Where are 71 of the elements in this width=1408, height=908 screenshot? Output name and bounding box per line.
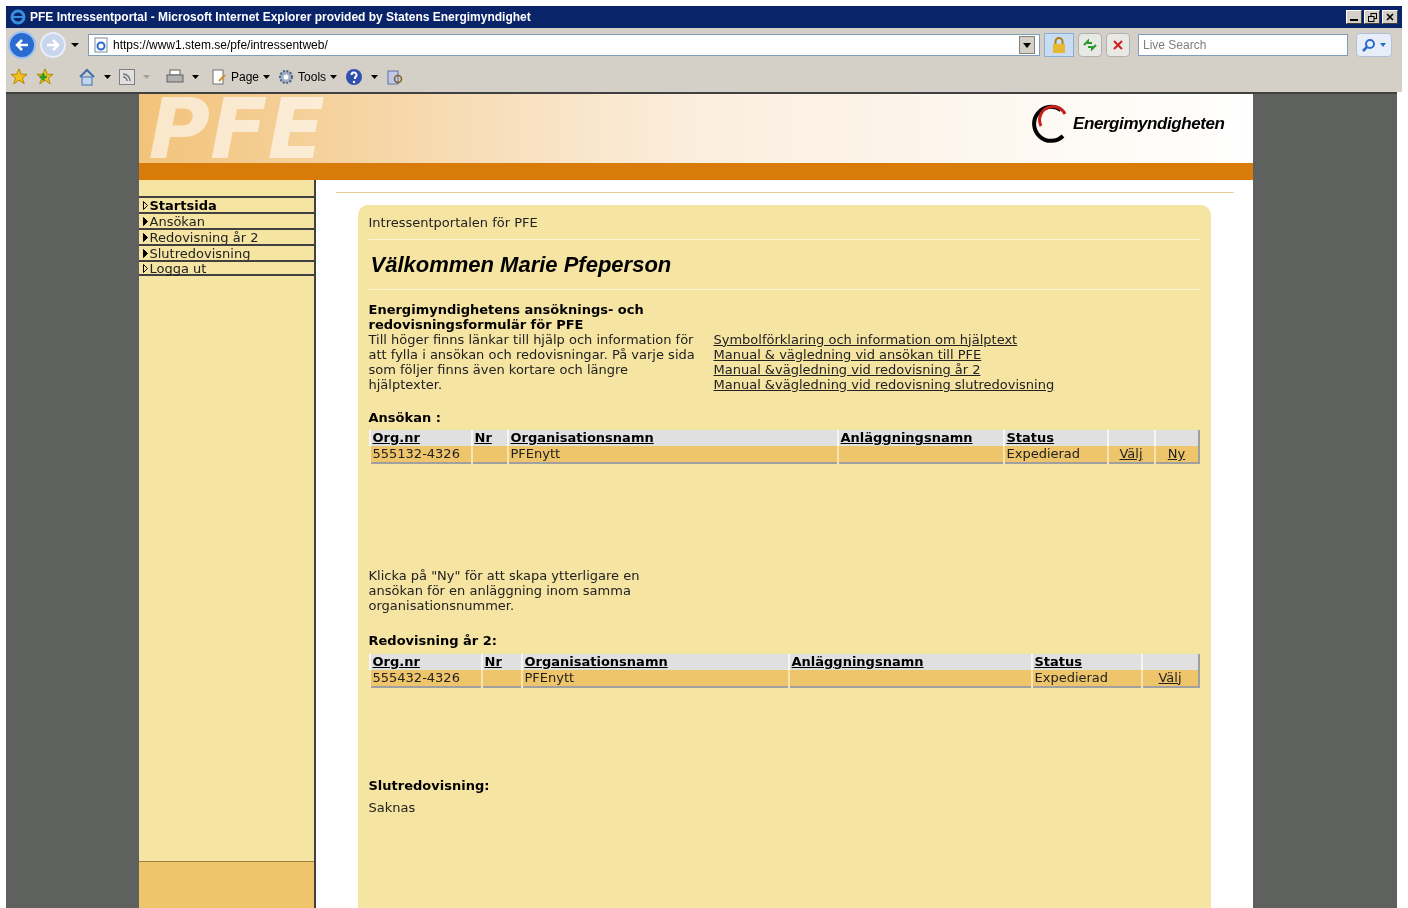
- help-icon[interactable]: [345, 68, 364, 86]
- dropdown-icon: [1023, 42, 1031, 48]
- help-link[interactable]: Manual &vägledning vid redovisning år 2: [713, 361, 1055, 377]
- address-dropdown-button[interactable]: [1019, 36, 1035, 54]
- restore-icon: [1367, 12, 1377, 22]
- back-button[interactable]: [8, 31, 36, 59]
- research-icon[interactable]: [386, 68, 405, 86]
- sidebar-link[interactable]: Slutredovisning: [138, 244, 314, 260]
- browser-icon: [10, 9, 26, 25]
- page-icon: [93, 37, 109, 53]
- table-cell: Expedierad: [1031, 669, 1142, 687]
- print-icon[interactable]: [166, 69, 184, 85]
- hint-text: Klicka på "Ny" för att skapa ytterligare en ansökan för en anläggning inom samma organisationsnummer.: [368, 568, 641, 613]
- pfe-logo-text: PFE: [148, 86, 325, 171]
- padlock-icon: [1052, 37, 1066, 53]
- stop-button[interactable]: [1106, 33, 1130, 57]
- refresh-button[interactable]: [1078, 33, 1102, 57]
- search-button[interactable]: [1356, 33, 1392, 57]
- dropdown-icon[interactable]: [104, 75, 111, 79]
- dropdown-icon: [263, 75, 271, 79]
- restore-button[interactable]: [1364, 10, 1380, 24]
- favorites-star-icon[interactable]: [10, 68, 28, 86]
- gear-icon: [278, 69, 295, 85]
- table-cell: 555132-4326: [369, 446, 472, 463]
- section-title: Slutredovisning:: [368, 776, 491, 795]
- dropdown-icon: [1380, 43, 1386, 47]
- search-icon: [1362, 38, 1376, 52]
- minimize-icon: [1350, 19, 1358, 21]
- sidebar-link[interactable]: Startsida: [138, 196, 314, 212]
- table-cell: PFEnytt: [507, 446, 838, 463]
- dropdown-icon: [330, 75, 338, 79]
- row-link[interactable]: Välj: [1158, 669, 1182, 685]
- table-cell: PFEnytt: [521, 669, 789, 687]
- breadcrumb-text: Intressentportalen för PFE: [368, 213, 1200, 240]
- toolbar-menu-button[interactable]: Tools: [278, 68, 338, 86]
- dropdown-icon[interactable]: [371, 75, 379, 79]
- sidebar-link[interactable]: Redovisning år 2: [138, 228, 314, 244]
- close-button[interactable]: [1382, 10, 1398, 24]
- help-link[interactable]: Manual & vägledning vid ansökan till PFE: [713, 346, 1055, 362]
- dropdown-icon[interactable]: [192, 75, 199, 79]
- refresh-arrows-icon: [1082, 38, 1098, 52]
- help-link[interactable]: Manual &vägledning vid redovisning slutredovisning: [713, 376, 1055, 392]
- back-arrow-icon: [15, 39, 29, 51]
- section-title: Redovisning år 2:: [368, 632, 498, 650]
- feed-icon[interactable]: [119, 69, 135, 85]
- sidebar-link[interactable]: Logga ut: [138, 260, 314, 276]
- search-field[interactable]: Live Search: [1138, 34, 1348, 56]
- brand-name: Energimyndigheten: [1073, 112, 1225, 135]
- security-lock-button[interactable]: [1044, 33, 1074, 57]
- intro-text: Till höger finns länkar till hjälp och information för att fylla i ansökan och redovisningar. På varje sida som följer finns även kortare och längre hjälptexter.: [368, 331, 696, 392]
- table-cell: 555432-4326: [369, 669, 482, 687]
- welcome-heading: Välkommen Marie Pfeperson: [368, 239, 1200, 290]
- sidebar-link[interactable]: Ansökan: [138, 212, 314, 228]
- section-title: Ansökan :: [368, 408, 442, 427]
- close-icon: [1386, 13, 1394, 21]
- forward-arrow-icon: [46, 39, 60, 51]
- row-link[interactable]: Välj: [1119, 446, 1143, 461]
- add-favorite-icon[interactable]: [36, 68, 54, 86]
- help-link[interactable]: Symbolförklaring och information om hjälptext: [713, 331, 1055, 347]
- intro-title: Energimyndighetens ansöknings- och redovisningsformulär för PFE: [368, 301, 645, 332]
- page-edit-icon: [211, 69, 227, 85]
- row-link[interactable]: Ny: [1167, 446, 1186, 461]
- toolbar-menu-button[interactable]: Page: [211, 68, 271, 86]
- table-cell: Expedierad: [1003, 446, 1108, 463]
- window-title: PFE Intressentportal - Microsoft Internet Explorer provided by Statens Energimyndighet: [30, 9, 532, 26]
- section-text: Saknas: [368, 799, 417, 817]
- minimize-button[interactable]: [1346, 10, 1362, 24]
- close-icon: [1112, 39, 1124, 51]
- home-icon[interactable]: [78, 68, 96, 86]
- dropdown-icon[interactable]: [70, 42, 80, 48]
- address-field[interactable]: https://www1.stem.se/pfe/intressentweb/: [88, 34, 1040, 56]
